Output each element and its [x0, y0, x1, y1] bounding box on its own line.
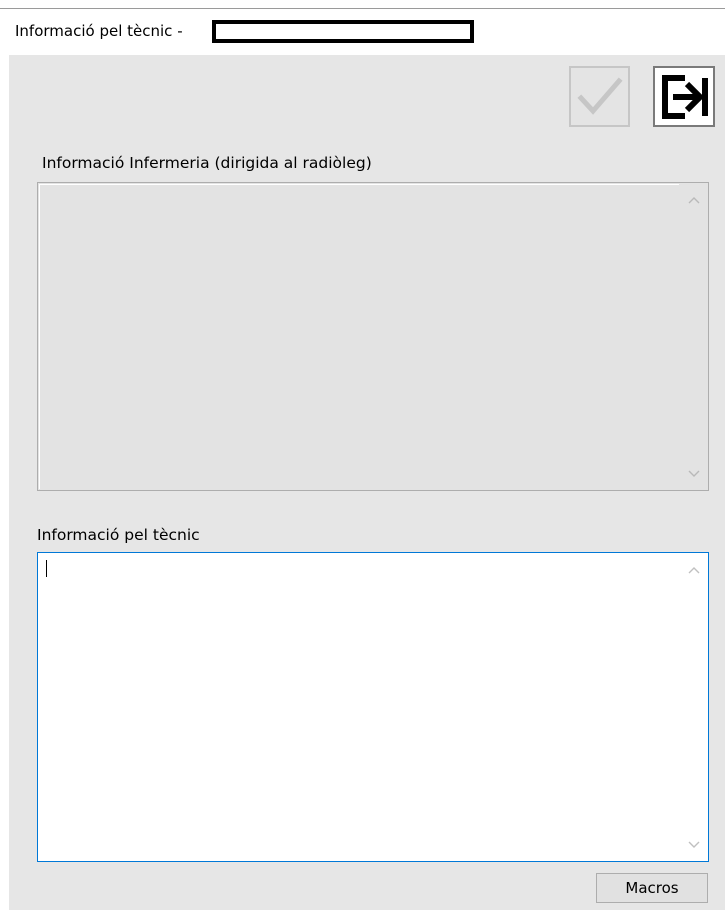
macros-button[interactable]: Macros: [596, 873, 708, 903]
window-title: Informació pel tècnic -: [15, 22, 183, 40]
accept-button[interactable]: [569, 66, 630, 127]
scroll-down-icon[interactable]: [688, 841, 700, 849]
exit-arrow-icon: [662, 75, 708, 119]
dialog-window: Informació pel tècnic - Informació Infer…: [0, 0, 725, 910]
nurse-info-label: Informació Infermeria (dirigida al radiò…: [42, 154, 372, 172]
tech-info-textarea[interactable]: [37, 552, 709, 862]
checkmark-icon: [577, 77, 623, 115]
nurse-info-textarea[interactable]: [37, 182, 709, 491]
redacted-title-box: [212, 20, 474, 43]
scroll-up-icon[interactable]: [688, 566, 700, 574]
nurse-info-text: [39, 184, 707, 489]
nurse-info-scrollbar[interactable]: [679, 183, 708, 490]
tech-info-scrollbar[interactable]: [679, 553, 708, 861]
text-caret: [46, 560, 47, 577]
exit-button[interactable]: [653, 66, 715, 127]
tech-info-label: Informació pel tècnic: [37, 526, 200, 544]
scroll-up-icon[interactable]: [688, 196, 700, 204]
scroll-down-icon[interactable]: [688, 470, 700, 478]
